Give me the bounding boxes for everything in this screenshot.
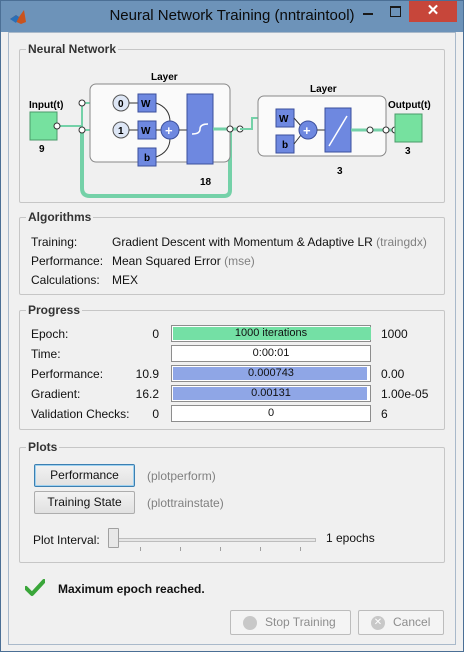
progress-row-start: 0 [152, 327, 159, 341]
checkmark-icon [25, 579, 45, 596]
output-layer-size: 3 [337, 166, 343, 177]
training-window: Neural Network Training (nntraintool) ✕ … [0, 0, 464, 652]
plots-panel: Plots Performance (plotperform) Training… [19, 440, 445, 563]
progress-bar: 0:00:01 [171, 345, 371, 362]
input-size: 9 [39, 144, 45, 155]
delay-top-label: 0 [118, 99, 124, 110]
algo-performance-value: Mean Squared Error (mse) [112, 254, 255, 268]
performance-plot-fn: (plotperform) [147, 469, 216, 483]
algo-training-value: Gradient Descent with Momentum & Adaptiv… [112, 235, 427, 249]
progress-bar-value: 0.000743 [248, 367, 294, 379]
progress-row-label: Epoch: [31, 327, 69, 341]
bias-label-1: b [144, 153, 150, 164]
algo-calculations-value: MEX [112, 273, 139, 287]
progress-bar-value: 0.00131 [251, 387, 291, 399]
cancel-button[interactable]: ✕ Cancel [358, 610, 444, 635]
progress-bar: 0.00131 [171, 385, 371, 402]
output-value: 3 [405, 146, 411, 157]
progress-row-end: 1000 [381, 327, 408, 341]
progress-title: Progress [26, 303, 83, 317]
weight-label-3: W [279, 114, 289, 125]
close-icon: ✕ [426, 2, 440, 19]
input-node [29, 111, 58, 141]
stop-training-button[interactable]: Stop Training [230, 610, 351, 635]
progress-row-label: Validation Checks: [31, 407, 130, 421]
progress-row-start: 10.9 [135, 367, 159, 381]
plot-interval-label: Plot Interval: [33, 533, 100, 547]
plot-interval-slider-thumb[interactable] [108, 528, 119, 548]
input-label: Input(t) [29, 100, 63, 111]
stop-icon [243, 616, 257, 630]
hidden-layer-label: Layer [151, 72, 178, 83]
progress-row-start: 16.2 [135, 387, 159, 401]
progress-row-end: 6 [381, 407, 388, 421]
client-area: Neural Network Input(t) 9 Layer 18 0 1 W… [8, 32, 456, 645]
progress-row-label: Gradient: [31, 387, 81, 401]
progress-bar: 0 [171, 405, 371, 422]
close-button[interactable]: ✕ [409, 1, 457, 22]
weight-label-1: W [141, 99, 151, 110]
output-label: Output(t) [388, 100, 431, 111]
performance-plot-button[interactable]: Performance [34, 464, 135, 487]
bias-label-2: b [282, 140, 288, 151]
sum-symbol-1: + [165, 123, 173, 138]
progress-panel: Progress Epoch: 0 1000 iterations 1000 Time:… [19, 303, 445, 430]
cancel-icon: ✕ [371, 616, 385, 630]
algo-training-label: Training: [31, 235, 78, 249]
progress-bar: 0.000743 [171, 365, 371, 382]
progress-row-label: Time: [31, 347, 61, 361]
status-message: Maximum epoch reached. [58, 582, 205, 596]
cancel-label: Cancel [393, 615, 431, 629]
maximize-button[interactable] [382, 2, 409, 22]
weight-label-2: W [141, 126, 151, 137]
output-layer-label: Layer [310, 84, 337, 95]
algo-performance-label: Performance: [31, 254, 104, 268]
algo-calculations-label: Calculations: [31, 273, 100, 287]
network-diagram: Input(t) 9 Layer 18 0 1 W W b + Layer 3 … [29, 72, 431, 198]
progress-row-start: 0 [152, 407, 159, 421]
hidden-size: 18 [200, 177, 212, 188]
progress-bar-value: 0:00:01 [252, 347, 290, 359]
training-state-button[interactable]: Training State [34, 491, 135, 514]
delay-bottom-label: 1 [118, 126, 124, 137]
progress-row-end: 1.00e-05 [381, 387, 429, 401]
plot-interval-slider[interactable] [108, 538, 316, 542]
output-node [394, 113, 423, 143]
algorithms-panel: Algorithms Training: Gradient Descent wi… [19, 210, 445, 295]
progress-bar-value: 1000 iterations [234, 327, 308, 339]
title-bar[interactable]: Neural Network Training (nntraintool) ✕ [1, 1, 463, 32]
neural-network-panel: Neural Network Input(t) 9 Layer 18 0 1 W… [19, 42, 445, 203]
progress-row-end: 0.00 [381, 367, 405, 381]
minimize-button[interactable] [354, 2, 382, 22]
stop-training-label: Stop Training [265, 615, 336, 629]
algorithms-title: Algorithms [26, 210, 94, 224]
progress-bar-value: 0 [267, 407, 275, 419]
sum-symbol-2: + [303, 123, 311, 138]
plot-interval-value: 1 epochs [326, 531, 375, 545]
progress-row-label: Performance: [31, 367, 104, 381]
progress-bar: 1000 iterations [171, 325, 371, 342]
plots-title: Plots [26, 440, 60, 454]
training-state-fn: (plottrainstate) [147, 496, 224, 510]
